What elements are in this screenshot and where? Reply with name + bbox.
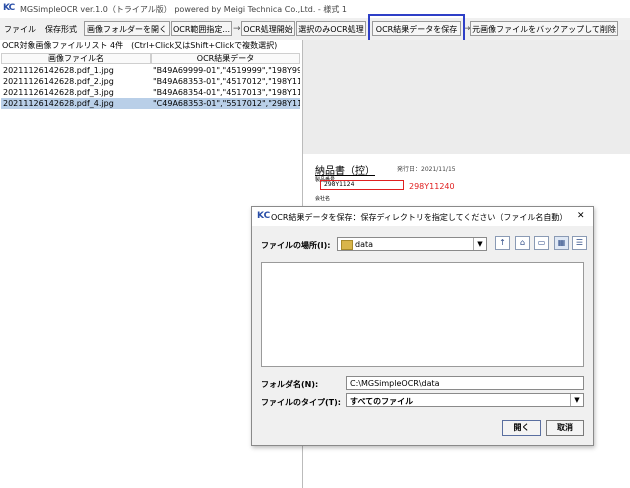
location-label: ファイルの場所(I): bbox=[261, 241, 331, 250]
preview-background bbox=[303, 40, 630, 154]
doc-field-value: 298Y1124 bbox=[324, 181, 355, 188]
folder-icon bbox=[341, 240, 353, 250]
menu-save-format[interactable]: 保存形式 bbox=[45, 24, 77, 35]
chevron-down-icon: ▼ bbox=[570, 394, 583, 406]
save-dialog: KC OCR結果データを保存：保存ディレクトリを指定してください（ファイル名自動… bbox=[251, 206, 594, 446]
table-row-selected[interactable]: 20211126142628.pdf_4.jpg "C49A68353-01",… bbox=[1, 98, 300, 109]
close-icon[interactable]: ✕ bbox=[577, 211, 585, 221]
filename-cell: 20211126142628.pdf_4.jpg bbox=[3, 99, 114, 108]
file-list-label: OCR対象画像ファイルリスト 4件 (Ctrl+Click又はShift+Cli… bbox=[2, 41, 278, 50]
doc-date: 発行日：2021/11/15 bbox=[397, 166, 456, 173]
ocr-data-cell: "B49A68353-01","4517012","198Y112... bbox=[153, 77, 300, 86]
ocr-result-text: 298Y11240 bbox=[409, 182, 455, 191]
folder-name-value: C:\MGSimpleOCR\data bbox=[350, 379, 440, 388]
app-logo: KC bbox=[3, 3, 15, 13]
open-image-folder-button[interactable]: 画像フォルダーを開く bbox=[84, 21, 170, 36]
column-header-ocr-data[interactable]: OCR結果データ bbox=[151, 53, 300, 64]
table-row[interactable]: 20211126142628.pdf_3.jpg "B49A68354-01",… bbox=[1, 87, 300, 98]
filename-cell: 20211126142628.pdf_2.jpg bbox=[3, 77, 114, 86]
ocr-range-button[interactable]: OCR範囲指定... bbox=[171, 21, 232, 36]
doc-footer: 会社名 bbox=[315, 196, 331, 202]
location-value: data bbox=[355, 240, 374, 249]
filename-cell: 20211126142628.pdf_3.jpg bbox=[3, 88, 114, 97]
toolbar: ファイル 保存形式 画像フォルダーを開く OCR範囲指定... → OCR処理開… bbox=[0, 18, 630, 40]
location-select[interactable]: data ▼ bbox=[337, 237, 487, 251]
highlight-box bbox=[368, 14, 465, 43]
arrow-icon: → bbox=[233, 24, 241, 34]
ocr-data-cell: "B49A69999-01","4519999","198Y999... bbox=[153, 66, 300, 75]
ocr-selected-button[interactable]: 選択のみOCR処理 bbox=[296, 21, 366, 36]
folder-name-label: フォルダ名(N): bbox=[261, 380, 319, 389]
ocr-start-button[interactable]: OCR処理開始 bbox=[241, 21, 295, 36]
table-header: 画像ファイル名 OCR結果データ bbox=[1, 53, 300, 64]
ocr-region-box: 298Y1124 bbox=[320, 180, 404, 190]
cancel-button[interactable]: 取消 bbox=[546, 420, 584, 436]
table-row[interactable]: 20211126142628.pdf_1.jpg "B49A69999-01",… bbox=[1, 65, 300, 76]
new-folder-icon[interactable]: ▭ bbox=[534, 236, 549, 250]
filename-cell: 20211126142628.pdf_1.jpg bbox=[3, 66, 114, 75]
home-icon[interactable]: ⌂ bbox=[515, 236, 530, 250]
ocr-data-cell: "B49A68354-01","4517013","198Y112... bbox=[153, 88, 300, 97]
menu-file[interactable]: ファイル bbox=[4, 24, 36, 35]
up-folder-icon[interactable]: ↑ bbox=[495, 236, 510, 250]
window-title: MGSimpleOCR ver.1.0（トライアル版） powered by M… bbox=[20, 5, 347, 14]
dialog-title: OCR結果データを保存：保存ディレクトリを指定してください（ファイル名自動） bbox=[271, 213, 568, 222]
details-view-icon[interactable]: ☰ bbox=[572, 236, 587, 250]
dialog-title-bar: KC OCR結果データを保存：保存ディレクトリを指定してください（ファイル名自動… bbox=[252, 207, 593, 226]
backup-delete-button[interactable]: 元画像ファイルをバックアップして削除 bbox=[470, 21, 618, 36]
file-browser-list[interactable] bbox=[261, 262, 584, 367]
title-bar: KC MGSimpleOCR ver.1.0（トライアル版） powered b… bbox=[0, 0, 630, 18]
app-logo-icon: KC bbox=[257, 211, 271, 221]
list-view-icon[interactable]: ▦ bbox=[554, 236, 569, 250]
file-type-select[interactable]: すべてのファイル ▼ bbox=[346, 393, 584, 407]
file-type-value: すべてのファイル bbox=[350, 397, 414, 406]
column-header-filename[interactable]: 画像ファイル名 bbox=[1, 53, 151, 64]
open-button[interactable]: 開く bbox=[502, 420, 541, 436]
doc-heading: 納品書（控） bbox=[315, 166, 375, 177]
folder-name-input[interactable]: C:\MGSimpleOCR\data bbox=[346, 376, 584, 390]
ocr-data-cell: "C49A68353-01","5517012","298Y112... bbox=[153, 99, 300, 108]
file-type-label: ファイルのタイプ(T): bbox=[261, 398, 341, 407]
chevron-down-icon: ▼ bbox=[473, 238, 486, 250]
table-row[interactable]: 20211126142628.pdf_2.jpg "B49A68353-01",… bbox=[1, 76, 300, 87]
